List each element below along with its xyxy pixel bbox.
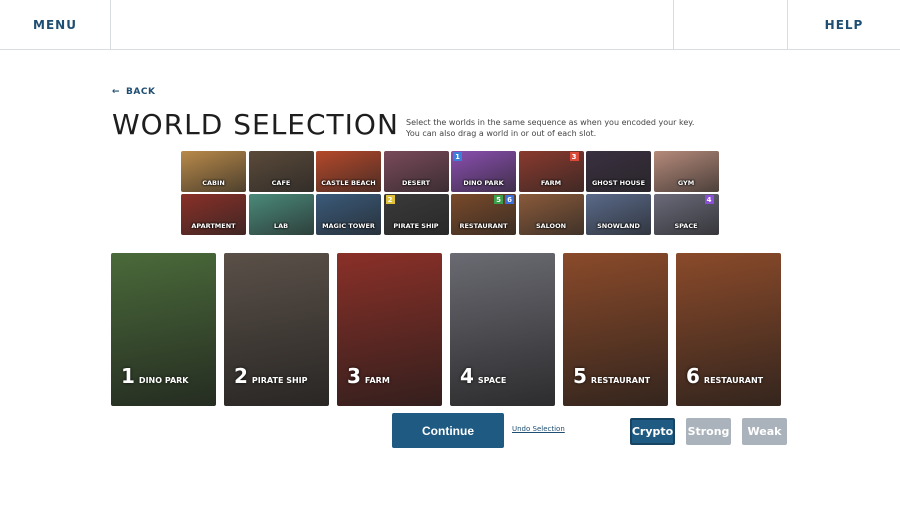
slot-label: 6 RESTAURANT — [686, 364, 763, 388]
world-tile-label: DINO PARK — [463, 179, 504, 187]
weak-mode-button[interactable]: Weak — [742, 418, 787, 445]
nav-middle-item — [673, 0, 787, 49]
instructions-line-1: Select the worlds in the same sequence a… — [406, 118, 695, 127]
slot-label: 4 SPACE — [460, 364, 506, 388]
world-tile[interactable]: LAB — [248, 194, 314, 235]
back-link[interactable]: ← BACK — [112, 87, 155, 97]
world-tile[interactable]: 2 PIRATE SHIP — [383, 194, 449, 235]
selection-order-badge: 3 — [569, 152, 579, 161]
world-grid: CABIN CAFE CASTLE BEACH DESERT 1 DINO PARK 3 FA… — [181, 151, 721, 238]
undo-selection-link[interactable]: Undo Selection — [512, 425, 565, 433]
slot-number: 6 — [686, 364, 700, 388]
slot-number: 5 — [573, 364, 587, 388]
slot-number: 4 — [460, 364, 474, 388]
world-tile-label: GHOST HOUSE — [591, 179, 646, 187]
slot-world-name: SPACE — [477, 376, 507, 385]
world-tile-label: CAFE — [271, 179, 291, 187]
world-slot[interactable]: 4 SPACE — [450, 253, 555, 406]
world-tile[interactable]: SALOON — [518, 194, 584, 235]
top-navigation: MENU HELP — [0, 0, 900, 50]
world-tile[interactable]: CABIN — [181, 151, 246, 192]
slot-world-name: DINO PARK — [138, 376, 189, 385]
world-tile[interactable]: 3 FARM — [518, 151, 584, 192]
world-slot[interactable]: 1 DINO PARK — [111, 253, 216, 406]
strong-mode-button[interactable]: Strong — [686, 418, 731, 445]
world-tile[interactable]: CAFE — [248, 151, 314, 192]
world-tile[interactable]: DESERT — [383, 151, 449, 192]
world-tile-label: LAB — [273, 222, 289, 230]
slot-label: 5 RESTAURANT — [573, 364, 650, 388]
world-tile[interactable]: SNOWLAND — [586, 194, 651, 235]
world-tile[interactable]: 5 6 RESTAURANT — [451, 194, 516, 235]
slot-label: 2 PIRATE SHIP — [234, 364, 308, 388]
world-slot[interactable]: 2 PIRATE SHIP — [224, 253, 329, 406]
selection-order-badge: 1 — [453, 152, 462, 161]
world-tile[interactable]: MAGIC TOWER — [316, 194, 381, 235]
world-tile-label: SALOON — [535, 222, 567, 230]
selection-order-badge: 5 — [494, 195, 503, 204]
world-tile[interactable]: APARTMENT — [181, 194, 246, 235]
slot-label: 1 DINO PARK — [121, 364, 189, 388]
world-tile[interactable]: GHOST HOUSE — [586, 151, 651, 192]
slot-world-name: RESTAURANT — [703, 376, 764, 385]
crypto-mode-button[interactable]: Crypto — [630, 418, 675, 445]
world-tile-label: SPACE — [674, 222, 698, 230]
world-slot[interactable]: 6 RESTAURANT — [676, 253, 781, 406]
world-tile-label: FARM — [540, 179, 562, 187]
instructions-line-2: You can also drag a world in or out of e… — [406, 129, 597, 138]
selection-order-badge: 4 — [704, 195, 714, 204]
help-button[interactable]: HELP — [787, 0, 900, 49]
world-tile-label: CABIN — [202, 179, 225, 187]
world-tile[interactable]: 4 SPACE — [653, 194, 719, 235]
world-tile[interactable]: 1 DINO PARK — [451, 151, 516, 192]
slot-number: 1 — [121, 364, 135, 388]
world-tile-label: MAGIC TOWER — [322, 222, 375, 230]
world-slot[interactable]: 3 FARM — [337, 253, 442, 406]
arrow-left-icon: ← — [112, 87, 121, 97]
slot-label: 3 FARM — [347, 364, 390, 388]
selection-order-badge: 2 — [385, 195, 395, 204]
world-tile[interactable]: GYM — [653, 151, 719, 192]
back-label: BACK — [126, 87, 156, 97]
world-tile-label: APARTMENT — [191, 222, 236, 230]
page-title: WORLD SELECTION — [112, 108, 399, 141]
world-slot[interactable]: 5 RESTAURANT — [563, 253, 668, 406]
world-tile-label: DESERT — [401, 179, 431, 187]
slot-world-name: FARM — [364, 376, 390, 385]
world-tile-label: PIRATE SHIP — [393, 222, 439, 230]
world-tile-label: RESTAURANT — [459, 222, 508, 230]
continue-button[interactable]: Continue — [392, 413, 504, 448]
world-tile-label: GYM — [677, 179, 695, 187]
instructions: Select the worlds in the same sequence a… — [406, 117, 706, 139]
slot-number: 2 — [234, 364, 248, 388]
selection-order-badge: 6 — [505, 195, 514, 204]
slot-world-name: PIRATE SHIP — [251, 376, 308, 385]
slot-number: 3 — [347, 364, 361, 388]
world-tile-label: SNOWLAND — [597, 222, 640, 230]
menu-button[interactable]: MENU — [0, 0, 111, 49]
selected-world-slots: 1 DINO PARK 2 PIRATE SHIP 3 FARM 4 SPACE 5 RESTAU… — [111, 253, 787, 406]
slot-world-name: RESTAURANT — [590, 376, 651, 385]
world-tile[interactable]: CASTLE BEACH — [316, 151, 381, 192]
world-tile-label: CASTLE BEACH — [321, 179, 376, 187]
